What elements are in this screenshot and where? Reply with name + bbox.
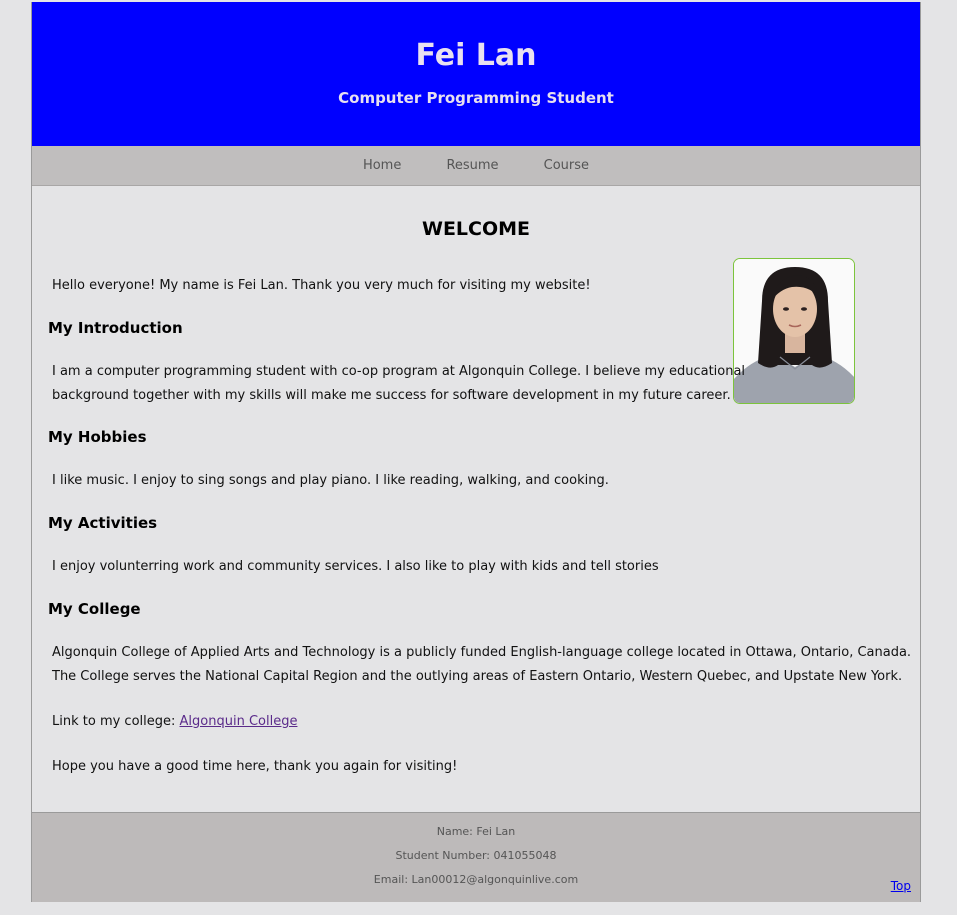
activities-text: I enjoy volunterring work and community … (52, 559, 659, 574)
main-content: WELCOME Hello everyone! My name is Fei L… (32, 186, 920, 812)
hobbies-heading: My Hobbies (48, 428, 147, 446)
main-nav: Home Resume Course (32, 146, 920, 186)
footer-name: Name: Fei Lan (436, 825, 516, 838)
college-text-line-1: Algonquin College of Applied Arts and Te… (52, 645, 912, 660)
introduction-heading: My Introduction (48, 319, 183, 337)
college-link-label: Link to my college: (52, 714, 180, 729)
hobbies-text: I like music. I enjoy to sing songs and … (52, 473, 609, 488)
college-text-line-2: The College serves the National Capital … (52, 669, 903, 684)
introduction-text-line-1: I am a computer programming student with… (52, 364, 746, 379)
back-to-top-link[interactable]: Top (891, 879, 911, 893)
welcome-heading: WELCOME (421, 218, 531, 240)
activities-heading: My Activities (48, 514, 158, 532)
college-heading: My College (48, 600, 141, 618)
profile-photo-image (734, 259, 854, 403)
introduction-text-line-2: background together with my skills will … (52, 388, 731, 403)
algonquin-college-link[interactable]: Algonquin College (180, 714, 298, 729)
footer-email: Email: Lan00012@algonquinlive.com (373, 873, 579, 886)
site-title: Fei Lan (415, 38, 537, 73)
greeting-text: Hello everyone! My name is Fei Lan. Than… (52, 278, 591, 293)
site-footer: Name: Fei Lan Student Number: 041055048 … (32, 812, 920, 902)
site-header: Fei Lan Computer Programming Student (32, 2, 920, 146)
site-subtitle: Computer Programming Student (338, 89, 614, 107)
college-link-line: Link to my college: Algonquin College (52, 710, 297, 734)
closing-text: Hope you have a good time here, thank yo… (52, 759, 458, 774)
page-container: Fei Lan Computer Programming Student Hom… (31, 2, 921, 902)
nav-home-link[interactable]: Home (363, 146, 401, 185)
profile-photo (733, 258, 855, 404)
nav-course-link[interactable]: Course (544, 146, 589, 185)
nav-resume-link[interactable]: Resume (446, 146, 498, 185)
footer-student-number: Student Number: 041055048 (395, 849, 557, 862)
